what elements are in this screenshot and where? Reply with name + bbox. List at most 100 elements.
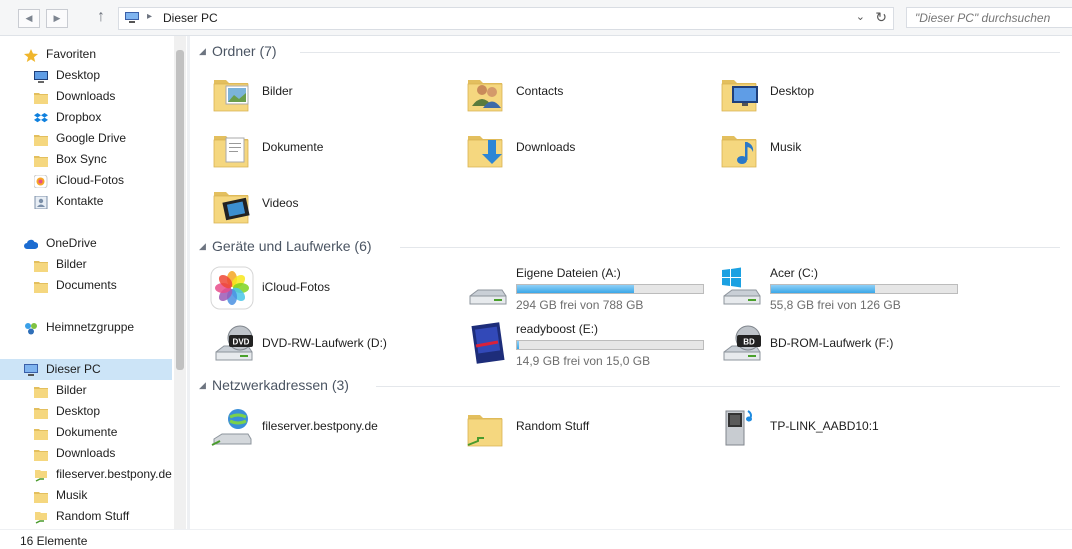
folders-item[interactable]: Bilder — [210, 66, 460, 118]
devices-item[interactable]: Eigene Dateien (A:) 294 GB frei von 788 G… — [464, 262, 714, 314]
sidebar-item-label: OneDrive — [46, 236, 97, 250]
desktop-icon — [34, 69, 48, 83]
computer-icon — [125, 12, 139, 23]
sidebar-item-label: fileserver.bestpony.de — [56, 467, 172, 481]
network-folder-icon — [464, 405, 508, 449]
folders-item[interactable]: Dokumente — [210, 122, 460, 174]
sidebar-item-onedrive[interactable]: OneDrive — [0, 233, 172, 254]
sidebar-item-label: Box Sync — [56, 152, 107, 166]
chevron-down-icon[interactable]: ◢ — [199, 241, 206, 252]
sidebar-item-label: Random Stuff — [56, 509, 130, 523]
network-drive-icon — [34, 468, 48, 482]
breadcrumb-chevron-icon: ▸ — [147, 11, 153, 22]
sidebar-item-musik[interactable]: Musik — [0, 485, 172, 506]
back-button[interactable]: ◀ — [18, 9, 40, 28]
sidebar-item-heimnetzgruppe[interactable]: Heimnetzgruppe — [0, 317, 172, 338]
drive-usage-fill — [771, 285, 876, 293]
item-name: fileserver.bestpony.de — [262, 419, 378, 433]
folder-icon — [34, 384, 48, 398]
devices-item[interactable]: DVD DVD-RW-Laufwerk (D:) — [210, 318, 460, 370]
sidebar-item-dieser-pc[interactable]: Dieser PC — [0, 359, 172, 380]
group-divider — [300, 52, 1060, 53]
search-input[interactable] — [906, 7, 1072, 28]
folders-item[interactable]: Videos — [210, 178, 460, 230]
folders-item[interactable]: Musik — [718, 122, 968, 174]
up-arrow-icon[interactable]: ↑ — [97, 8, 105, 26]
devices-item[interactable]: Acer (C:) 55,8 GB frei von 126 GB — [718, 262, 968, 314]
group-divider — [376, 386, 1060, 387]
sidebar-item-bilder[interactable]: Bilder — [0, 254, 172, 275]
sidebar-item-label: Favoriten — [46, 47, 97, 61]
refresh-icon[interactable]: ↻ — [875, 9, 887, 26]
star-icon — [24, 48, 38, 62]
breadcrumb[interactable]: Dieser PC — [163, 11, 218, 25]
sidebar-item-label: Desktop — [56, 68, 101, 82]
sidebar-item-label: Dropbox — [56, 110, 102, 124]
network-item[interactable]: Random Stuff — [464, 401, 714, 453]
devices-item[interactable]: BD BD-ROM-Laufwerk (F:) — [718, 318, 968, 370]
sidebar-item-favoriten[interactable]: Favoriten — [0, 44, 172, 65]
address-field[interactable]: ▸ Dieser PC ⌄ ↻ — [118, 7, 894, 30]
chevron-down-icon[interactable]: ◢ — [199, 46, 206, 57]
folder-icon — [34, 132, 48, 146]
icloud-photos-icon — [210, 266, 254, 310]
group-header-network[interactable]: Netzwerkadressen (3) — [212, 377, 349, 393]
folder-icon — [34, 489, 48, 503]
drive-usage-bar — [770, 284, 958, 294]
item-name: Eigene Dateien (A:) — [516, 266, 621, 280]
hard-drive-icon — [464, 266, 508, 310]
item-name: TP-LINK_AABD10:1 — [770, 419, 879, 433]
sidebar-item-label: Musik — [56, 488, 88, 502]
svg-text:DVD: DVD — [233, 338, 250, 347]
sidebar-item-bilder[interactable]: Bilder — [0, 380, 172, 401]
videos-folder-icon — [210, 182, 254, 226]
group-header-devices[interactable]: Geräte und Laufwerke (6) — [212, 238, 372, 254]
sidebar-item-label: Downloads — [56, 446, 116, 460]
folders-item[interactable]: Desktop — [718, 66, 968, 118]
dropbox-icon — [34, 111, 48, 124]
sidebar-item-random-stuff[interactable]: Random Stuff — [0, 506, 172, 527]
network-item[interactable]: fileserver.bestpony.de — [210, 401, 460, 453]
folder-icon — [34, 405, 48, 419]
sidebar-item-label: Google Drive — [56, 131, 127, 145]
windows-drive-icon — [718, 266, 762, 310]
sidebar-item-kontakte[interactable]: Kontakte — [0, 191, 172, 212]
item-name: readyboost (E:) — [516, 322, 599, 336]
drive-free-space: 55,8 GB frei von 126 GB — [770, 298, 901, 312]
folder-icon — [34, 153, 48, 167]
sidebar-item-dokumente[interactable]: Dokumente — [0, 422, 172, 443]
scrollbar-thumb[interactable] — [176, 50, 184, 370]
folders-item[interactable]: Downloads — [464, 122, 714, 174]
sidebar-item-downloads[interactable]: Downloads — [0, 86, 172, 107]
drive-usage-fill — [517, 341, 519, 349]
folder-icon — [34, 447, 48, 461]
sidebar-item-label: Dokumente — [56, 425, 118, 439]
media-server-icon — [718, 405, 762, 449]
devices-item[interactable]: readyboost (E:) 14,9 GB frei von 15,0 GB — [464, 318, 714, 370]
sidebar-item-box-sync[interactable]: Box Sync — [0, 149, 172, 170]
sidebar-item-desktop[interactable]: Desktop — [0, 65, 172, 86]
nav-scrollbar[interactable] — [174, 36, 186, 529]
contacts-folder-icon — [464, 70, 508, 114]
downloads-folder-icon — [464, 126, 508, 170]
sidebar-item-icloud-fotos[interactable]: iCloud-Fotos — [0, 170, 172, 191]
chevron-down-icon[interactable]: ◢ — [199, 380, 206, 391]
sidebar-item-documents[interactable]: Documents — [0, 275, 172, 296]
forward-button[interactable]: ▶ — [46, 9, 68, 28]
network-item[interactable]: TP-LINK_AABD10:1 — [718, 401, 968, 453]
sidebar-item-fileserver-bestpony-de[interactable]: fileserver.bestpony.de — [0, 464, 172, 485]
item-name: Videos — [262, 196, 299, 210]
folders-item[interactable]: Contacts — [464, 66, 714, 118]
sidebar-item-google-drive[interactable]: Google Drive — [0, 128, 172, 149]
sidebar-item-downloads[interactable]: Downloads — [0, 443, 172, 464]
drive-usage-bar — [516, 284, 704, 294]
dvd-drive-icon: DVD — [210, 322, 254, 366]
documents-folder-icon — [210, 126, 254, 170]
devices-item[interactable]: iCloud-Fotos — [210, 262, 460, 314]
sidebar-item-desktop[interactable]: Desktop — [0, 401, 172, 422]
folder-icon — [34, 279, 48, 293]
group-header-folders[interactable]: Ordner (7) — [212, 43, 277, 59]
chevron-down-icon[interactable]: ⌄ — [856, 10, 865, 23]
sidebar-item-dropbox[interactable]: Dropbox — [0, 107, 172, 128]
item-name: iCloud-Fotos — [262, 280, 331, 294]
